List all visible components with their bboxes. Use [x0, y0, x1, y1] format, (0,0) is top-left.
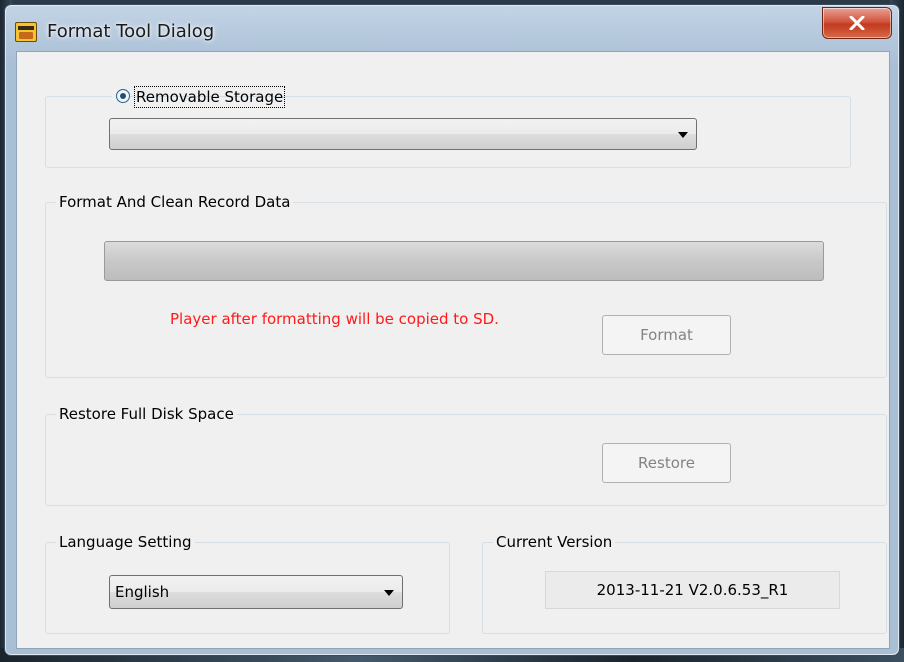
close-button[interactable] [822, 7, 892, 39]
removable-storage-label[interactable]: Removable Storage [134, 86, 286, 108]
window-title: Format Tool Dialog [47, 21, 215, 42]
format-button[interactable]: Format [602, 315, 731, 355]
storage-device-select[interactable] [109, 118, 697, 150]
close-icon [849, 16, 865, 30]
dropdown-arrow-icon[interactable] [678, 132, 688, 138]
restore-button[interactable]: Restore [602, 443, 731, 483]
format-progress-bar [104, 241, 824, 281]
language-dropdown-arrow-icon[interactable] [384, 590, 394, 596]
format-tool-window: Format Tool Dialog Removable Storage For… [4, 4, 900, 656]
title-bar[interactable]: Format Tool Dialog [5, 5, 899, 53]
format-warning-text: Player after formatting will be copied t… [170, 310, 499, 328]
radio-button-icon[interactable] [116, 89, 130, 103]
restore-group-label: Restore Full Disk Space [56, 405, 237, 423]
app-icon [15, 22, 37, 42]
language-group-label: Language Setting [56, 533, 195, 551]
removable-storage-radio[interactable]: Removable Storage [112, 86, 286, 108]
restore-group: Restore Full Disk Space [45, 405, 887, 506]
format-group-label: Format And Clean Record Data [56, 193, 294, 211]
current-version-value: 2013-11-21 V2.0.6.53_R1 [545, 571, 840, 609]
language-select[interactable]: English [109, 575, 403, 609]
dialog-client-area: Removable Storage Format And Clean Recor… [16, 51, 890, 649]
language-value: English [115, 583, 170, 601]
version-group-label: Current Version [493, 533, 616, 551]
format-group: Format And Clean Record Data [45, 193, 887, 378]
